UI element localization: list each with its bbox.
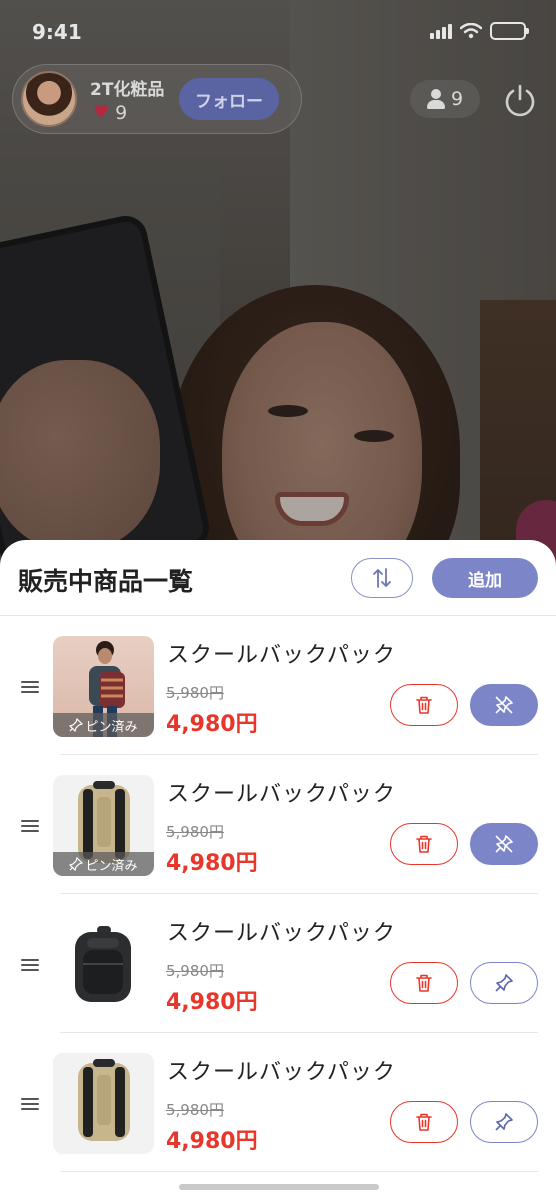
product-thumbnail: ピン済み [53,775,154,876]
product-row[interactable]: スクールバックパック 5,980円 4,980円 [0,894,556,1033]
row-divider [60,1171,538,1172]
product-thumbnail: ピン済み [53,636,154,737]
pin-icon [69,857,84,871]
drag-handle-icon[interactable] [21,681,39,693]
person-icon [426,89,445,109]
pin-icon [69,718,84,732]
beige-backpack-image [78,1059,130,1141]
likes-count: 9 [115,102,128,124]
viewer-count: 9 [450,88,464,110]
delete-product-button[interactable] [390,823,458,865]
drag-handle-icon[interactable] [21,1098,39,1110]
product-thumbnail [53,914,154,1015]
product-price: 4,980円 [166,990,258,1015]
trash-icon [416,835,432,853]
status-bar: 9:41 [0,0,556,64]
battery-icon [490,22,529,40]
pinned-badge-label: ピン済み [85,719,138,735]
product-price: 4,980円 [166,712,258,737]
black-backpack-image [75,926,131,1002]
trash-icon [416,696,432,714]
cellular-signal-icon [430,23,452,39]
product-list-sheet: 販売中商品一覧 追加 ピン済み スクールバックパック 5,980円 4,980円… [0,540,556,1204]
product-old-price: 5,980円 [166,1101,224,1119]
sort-button[interactable] [351,558,413,598]
viewer-count-pill: 9 [410,80,480,118]
trash-icon [416,1113,432,1131]
pin-icon [495,974,513,992]
home-indicator[interactable] [179,1184,379,1190]
host-name: 2T化粧品 [90,80,165,100]
product-old-price: 5,980円 [166,823,224,841]
drag-handle-icon[interactable] [21,820,39,832]
pin-button[interactable] [470,962,538,1004]
pinned-badge-label: ピン済み [85,858,138,874]
product-thumbnail [53,1053,154,1154]
host-info-pill: 2T化粧品 ♥ 9 フォロー [12,64,302,134]
delete-product-button[interactable] [390,962,458,1004]
product-name: スクールバックパック [167,643,396,668]
power-icon[interactable] [502,82,538,118]
status-time: 9:41 [32,20,82,44]
pin-button[interactable] [470,1101,538,1143]
pin-icon [495,1113,513,1131]
delete-product-button[interactable] [390,1101,458,1143]
product-price: 4,980円 [166,1129,258,1154]
product-name: スクールバックパック [167,782,396,807]
unpin-button[interactable] [470,823,538,865]
product-old-price: 5,980円 [166,684,224,702]
sheet-title: 販売中商品一覧 [18,567,194,596]
product-price: 4,980円 [166,851,258,876]
pinned-badge: ピン済み [53,713,154,737]
unpin-icon [495,696,513,714]
product-row[interactable]: ピン済み スクールバックパック 5,980円 4,980円 [0,616,556,755]
delete-product-button[interactable] [390,684,458,726]
product-name: スクールバックパック [167,1060,396,1085]
host-likes: ♥ 9 [93,102,127,124]
product-name: スクールバックパック [167,921,396,946]
heart-icon: ♥ [93,102,110,123]
product-row[interactable]: スクールバックパック 5,980円 4,980円 [0,1033,556,1172]
drag-handle-icon[interactable] [21,959,39,971]
product-list: ピン済み スクールバックパック 5,980円 4,980円 ピン済み スクールバ… [0,616,556,1172]
unpin-icon [495,835,513,853]
product-old-price: 5,980円 [166,962,224,980]
unpin-button[interactable] [470,684,538,726]
sort-icon [373,568,391,588]
pinned-badge: ピン済み [53,852,154,876]
follow-button[interactable]: フォロー [179,78,279,120]
add-product-button[interactable]: 追加 [432,558,538,598]
product-row[interactable]: ピン済み スクールバックパック 5,980円 4,980円 [0,755,556,894]
status-icons [430,22,529,40]
trash-icon [416,974,432,992]
host-avatar[interactable] [21,71,77,127]
wifi-icon [460,23,482,39]
